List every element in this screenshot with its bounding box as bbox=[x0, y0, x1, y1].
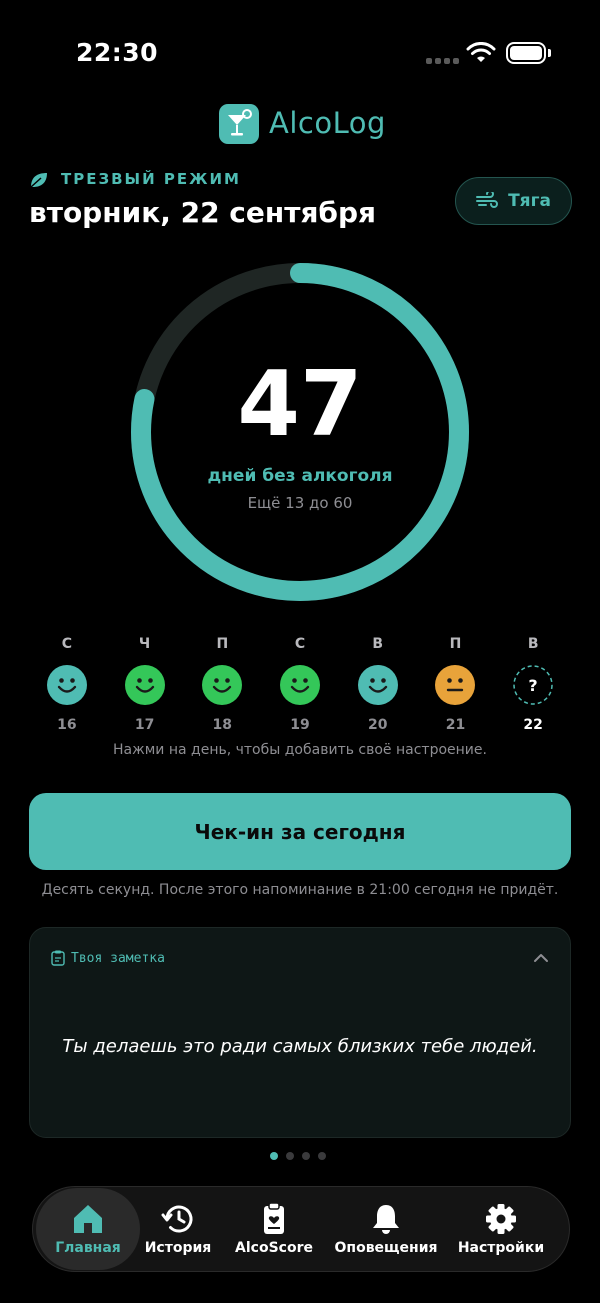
weekday-letter: Ч bbox=[138, 636, 151, 652]
page-dot[interactable] bbox=[302, 1152, 310, 1160]
weekday-letter: П bbox=[216, 636, 229, 652]
smiley-face-icon[interactable] bbox=[357, 665, 398, 705]
wind-icon bbox=[476, 192, 499, 208]
tab-home[interactable]: Главная bbox=[36, 1188, 140, 1270]
home-icon bbox=[74, 1205, 102, 1233]
goal-remaining-label: Ещё 13 до 60 bbox=[247, 494, 353, 512]
mood-hint: Нажми на день, чтобы добавить своё настр… bbox=[113, 742, 487, 758]
page-dot[interactable] bbox=[270, 1152, 278, 1160]
leaf-icon bbox=[30, 173, 47, 188]
tab-notifications[interactable]: Оповещения bbox=[334, 1188, 438, 1270]
mood-day[interactable]: В 20 bbox=[339, 636, 417, 733]
day-number: 20 bbox=[367, 717, 388, 733]
tab-label: Настройки bbox=[457, 1240, 545, 1256]
mood-day[interactable]: С 16 bbox=[28, 636, 106, 733]
bell-icon bbox=[373, 1205, 399, 1234]
tab-label: Главная bbox=[55, 1240, 121, 1256]
mode-label: ТРЕЗВЫЙ РЕЖИМ bbox=[61, 170, 241, 188]
day-number: 16 bbox=[57, 717, 77, 733]
neutral-face-icon[interactable] bbox=[435, 665, 476, 705]
tab-settings[interactable]: Настройки bbox=[456, 1188, 546, 1270]
sober-days-count: 47 bbox=[237, 352, 363, 457]
tab-history[interactable]: История bbox=[140, 1188, 216, 1270]
day-number: 17 bbox=[134, 717, 155, 733]
weekday-letter: С bbox=[294, 636, 306, 652]
craving-label: Тяга bbox=[508, 191, 551, 211]
mood-day[interactable]: Ч 17 bbox=[106, 636, 184, 733]
note-title: Твоя заметка bbox=[71, 951, 165, 966]
page-indicator bbox=[270, 1152, 326, 1160]
tab-label: AlcoScore bbox=[235, 1240, 313, 1256]
history-icon bbox=[161, 1205, 193, 1233]
weekday-letter: С bbox=[61, 636, 72, 652]
tab-label: История bbox=[144, 1240, 212, 1256]
gear-icon bbox=[486, 1204, 516, 1234]
mood-day[interactable]: П 18 bbox=[183, 636, 261, 733]
weekday-letter: В bbox=[372, 636, 384, 652]
day-number: 22 bbox=[523, 717, 543, 733]
chevron-up-icon[interactable] bbox=[531, 950, 551, 966]
page-dot[interactable] bbox=[318, 1152, 326, 1160]
day-number: 21 bbox=[445, 717, 466, 733]
day-number: 18 bbox=[212, 717, 233, 733]
app-name: AlcoLog bbox=[269, 106, 386, 140]
page-title: вторник, 22 сентября bbox=[29, 196, 377, 229]
battery-icon bbox=[506, 42, 546, 64]
mood-unknown-icon[interactable]: ? bbox=[513, 665, 553, 705]
battery-tip bbox=[548, 49, 551, 57]
cellular-signal-icon bbox=[426, 58, 459, 64]
page-dot[interactable] bbox=[286, 1152, 294, 1160]
day-number: 19 bbox=[290, 717, 310, 733]
smiley-face-icon[interactable] bbox=[124, 665, 165, 705]
tab-label: Оповещения bbox=[334, 1240, 438, 1256]
weekday-letter: П bbox=[449, 636, 462, 652]
svg-text:?: ? bbox=[529, 676, 538, 695]
sober-days-label: дней без алкоголя bbox=[207, 466, 393, 486]
weekday-letter: В bbox=[527, 636, 539, 652]
craving-button[interactable]: Тяга bbox=[455, 177, 572, 225]
checkin-button[interactable]: Чек-ин за сегодня bbox=[29, 793, 571, 870]
cocktail-icon bbox=[228, 109, 252, 136]
smiley-face-icon[interactable] bbox=[202, 665, 243, 705]
status-time: 22:30 bbox=[76, 38, 159, 67]
clipboard-icon bbox=[264, 1202, 284, 1234]
app-logo bbox=[219, 104, 259, 144]
mood-week: С 16 Ч 17 П 18 С 19 В 20 П 21 В? 22 bbox=[28, 636, 572, 733]
smiley-face-icon[interactable] bbox=[46, 665, 87, 705]
smiley-face-icon[interactable] bbox=[280, 665, 321, 705]
note-text: Ты делаешь это ради самых близких тебе л… bbox=[62, 1036, 538, 1057]
checkin-hint: Десять секунд. После этого напоминание в… bbox=[41, 882, 559, 898]
tab-alcoscore[interactable]: AlcoScore bbox=[226, 1188, 322, 1270]
mood-day[interactable]: С 19 bbox=[261, 636, 339, 733]
mood-day[interactable]: П 21 bbox=[417, 636, 495, 733]
mood-day[interactable]: В? 22 bbox=[494, 636, 572, 733]
wifi-icon bbox=[466, 42, 496, 62]
clipboard-icon bbox=[51, 950, 65, 966]
